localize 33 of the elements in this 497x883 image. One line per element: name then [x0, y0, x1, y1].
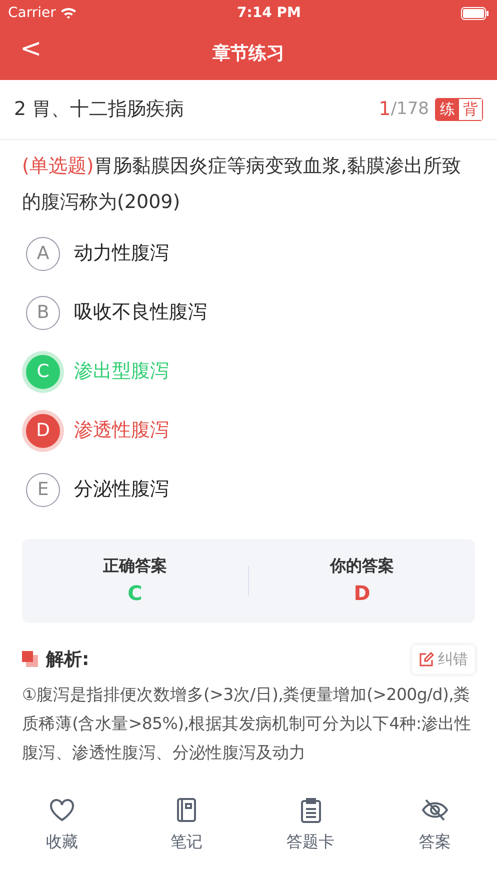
- report-error-button[interactable]: 纠错: [412, 645, 475, 674]
- your-answer: D: [352, 580, 372, 607]
- your-answer-label: 你的答案: [328, 555, 395, 577]
- clock-time: 7:14 PM: [237, 4, 301, 22]
- page-title: 章节练习: [212, 42, 284, 66]
- chapter-title: 2 胃、十二指肠疾病: [14, 97, 186, 122]
- section-marker-icon: [22, 651, 38, 668]
- question-text: (单选题)胃肠黏膜因炎症等病变致血浆,黏膜渗出所致的腹泻称为(2009): [21, 154, 462, 215]
- battery-icon: [461, 6, 489, 20]
- tab-bar-item[interactable]: 答题卡: [248, 792, 373, 883]
- question-total: /178: [390, 98, 429, 121]
- option-letter[interactable]: E: [26, 472, 60, 506]
- carrier-label: Carrier: [8, 4, 56, 22]
- option-letter[interactable]: A: [26, 236, 60, 270]
- tab-bar-item[interactable]: 答案: [372, 792, 497, 883]
- tab-bar-item[interactable]: 收藏: [0, 792, 124, 883]
- option-text[interactable]: 吸收不良性腹泻: [74, 298, 207, 327]
- current-question-number: 1: [378, 97, 391, 122]
- option-text[interactable]: 渗出型腹泻: [74, 357, 169, 386]
- option-text[interactable]: 动力性腹泻: [74, 239, 169, 268]
- correct-answer-label: 正确答案: [102, 555, 168, 577]
- tab-bar-item[interactable]: 笔记: [124, 792, 248, 883]
- correct-answer: C: [126, 580, 144, 607]
- analysis-title: 解析:: [46, 648, 90, 672]
- mode-tab[interactable]: 练: [436, 98, 459, 120]
- heart-icon: [48, 796, 76, 824]
- option-text[interactable]: 渗透性腹泻: [74, 416, 169, 445]
- option-text[interactable]: 分泌性腹泻: [74, 475, 169, 504]
- analysis-text: ①腹泻是指排便次数增多(>3次/日),粪便量增加(>200g/d),粪质稀薄(含水量>85%),根据其发病机制可分为以下4种:渗出性腹泻、渗透性腹泻、分泌性腹泻及动力: [21, 684, 472, 764]
- wifi-icon: [60, 7, 77, 19]
- back-button[interactable]: <: [14, 36, 48, 62]
- option-letter[interactable]: B: [26, 296, 60, 330]
- edit-icon: [419, 652, 434, 667]
